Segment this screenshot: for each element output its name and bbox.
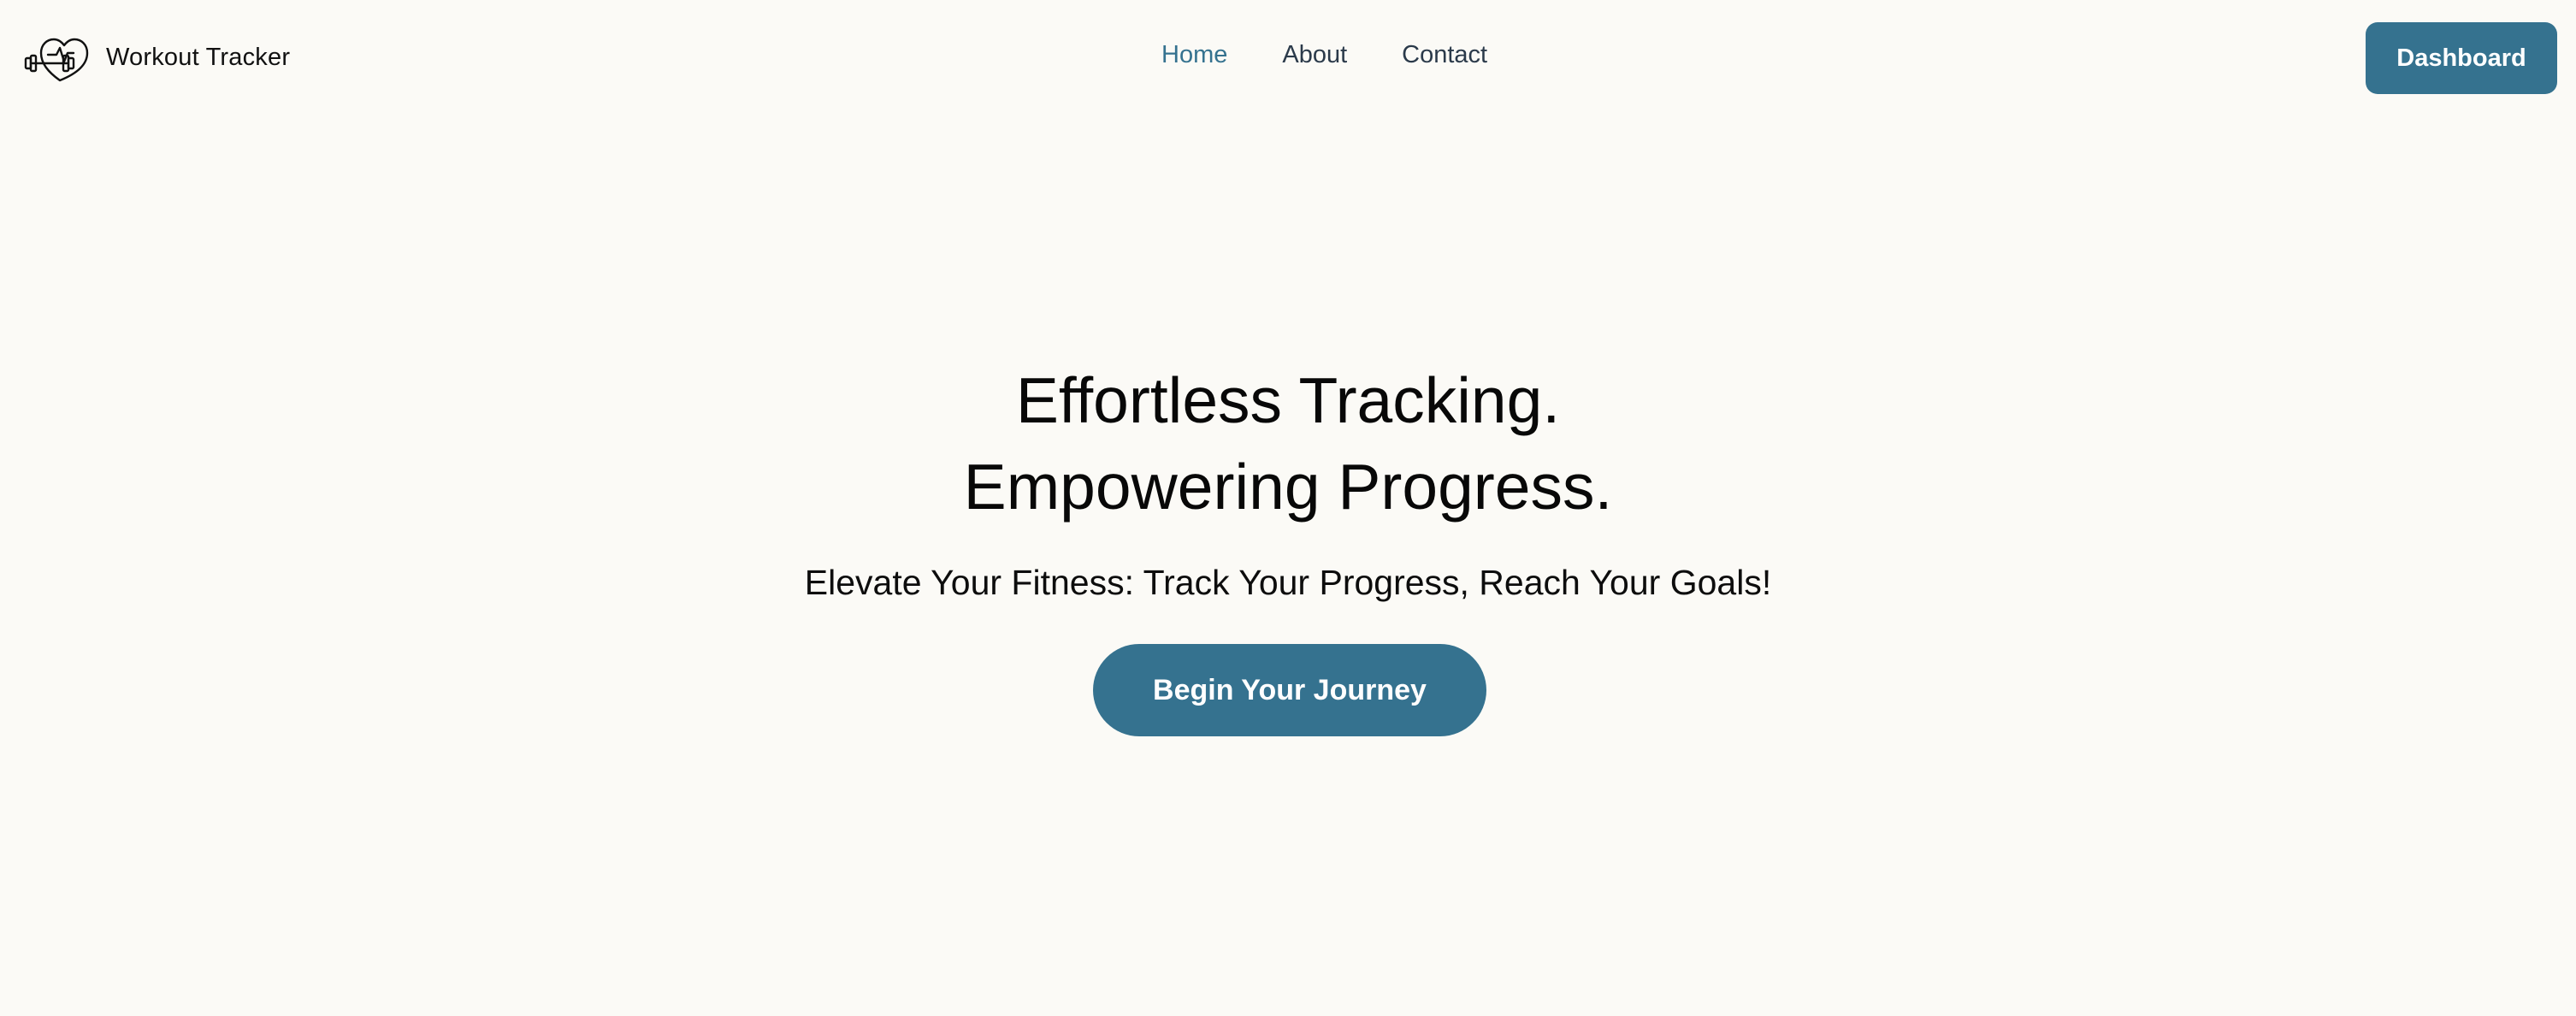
main-nav: Home About Contact bbox=[1161, 41, 1487, 69]
dashboard-button[interactable]: Dashboard bbox=[2366, 22, 2557, 94]
nav-link-about[interactable]: About bbox=[1282, 41, 1347, 69]
hero-title-line-1: Effortless Tracking. bbox=[1015, 364, 1561, 436]
brand-name: Workout Tracker bbox=[106, 43, 291, 71]
hero-subtitle: Elevate Your Fitness: Track Your Progres… bbox=[804, 563, 1772, 602]
nav-link-contact[interactable]: Contact bbox=[1402, 41, 1487, 69]
heart-dumbbell-icon bbox=[22, 29, 94, 86]
nav-link-home[interactable]: Home bbox=[1161, 41, 1227, 69]
top-navbar: Workout Tracker Home About Contact Dashb… bbox=[0, 0, 2576, 116]
begin-journey-button[interactable]: Begin Your Journey bbox=[1093, 644, 1486, 736]
brand[interactable]: Workout Tracker bbox=[22, 29, 290, 86]
hero-title-line-2: Empowering Progress. bbox=[963, 451, 1613, 523]
hero-title: Effortless Tracking. Empowering Progress… bbox=[0, 357, 2576, 530]
